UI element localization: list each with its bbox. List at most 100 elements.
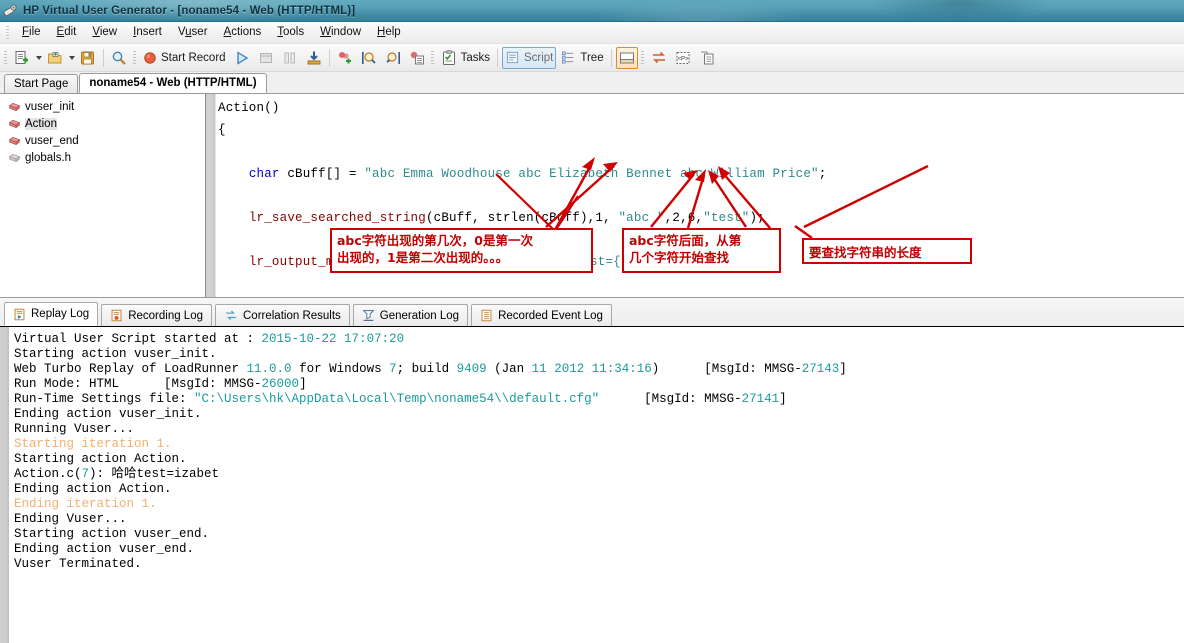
toolbar-separator-2 [328, 48, 330, 67]
tab-recording-log[interactable]: Recording Log [101, 304, 212, 326]
log-line-9: Action.c(7): 哈哈test=izabet [14, 467, 220, 481]
find-button[interactable] [108, 47, 130, 69]
start-record-button[interactable]: Start Record [140, 47, 229, 69]
menu-grip[interactable] [2, 24, 14, 42]
download-button[interactable] [303, 47, 325, 69]
menu-file[interactable]: File [14, 24, 49, 41]
tasks-button[interactable]: Tasks [438, 47, 493, 69]
tab-recorded-event-log[interactable]: Recorded Event Log [471, 304, 612, 326]
correlation-button[interactable] [334, 47, 356, 69]
log-line-0: Virtual User Script started at : 2015-10… [14, 332, 405, 346]
tab-start-page[interactable]: Start Page [4, 74, 79, 93]
new-script-icon [15, 50, 28, 64]
generation-log-icon [362, 310, 375, 321]
run-button[interactable] [231, 47, 253, 69]
tab-correlation-results[interactable]: Correlation Results [215, 304, 350, 326]
tree-item-label: globals.h [25, 151, 72, 164]
scan-prev-button[interactable] [358, 47, 380, 69]
log-line-6: Running Vuser... [14, 422, 135, 436]
scan-next-icon [386, 51, 400, 64]
log-line-1: Starting action vuser_init. [14, 347, 217, 361]
copy-button[interactable] [696, 47, 718, 69]
correlation-icon [226, 310, 236, 320]
editor-gutter [206, 94, 216, 297]
snapshot-icon [410, 51, 424, 64]
parameter-button[interactable]: <P> [672, 47, 694, 69]
vugen-icon [3, 4, 17, 16]
tree-item-vuser-init[interactable]: vuser_init [4, 98, 205, 115]
save-button[interactable] [77, 47, 99, 69]
toolbar-grip-2[interactable] [131, 48, 139, 68]
tree-item-action[interactable]: Action [4, 115, 205, 132]
log-left-margin [0, 327, 9, 643]
pause-button[interactable] [255, 47, 277, 69]
code-line-3: char cBuff[] = "abc Emma Woodhouse abc E… [248, 167, 827, 181]
tasks-icon [442, 49, 455, 65]
log-line-5: Ending action vuser_init. [14, 407, 202, 421]
output-window-button[interactable] [615, 46, 638, 69]
menu-window[interactable]: Window [312, 24, 369, 41]
script-tree-panel: vuser_init Action vuser_end globals.h [0, 94, 206, 297]
log-tab-label: Replay Log [31, 308, 90, 320]
svg-text:<P>: <P> [677, 56, 689, 62]
code-line-0: Action() [218, 101, 280, 115]
menu-view[interactable]: View [84, 24, 125, 41]
tree-view-label: Tree [580, 51, 604, 64]
stop-button[interactable] [279, 47, 301, 69]
menu-tools[interactable]: Tools [269, 24, 312, 41]
tree-view-button[interactable]: Tree [558, 47, 606, 69]
tree-item-globals-h[interactable]: globals.h [4, 149, 205, 166]
new-script-dropdown[interactable] [34, 48, 43, 68]
start-record-label: Start Record [161, 51, 226, 64]
tree-item-label: vuser_end [25, 134, 79, 147]
log-line-7: Starting iteration 1. [14, 437, 172, 451]
annotation-offset: abc字符后面，从第 几个字符开始查找 [622, 228, 781, 273]
log-tab-label: Generation Log [379, 309, 460, 322]
log-line-12: Ending Vuser... [14, 512, 127, 526]
recorded-event-icon [481, 309, 492, 322]
new-script-button[interactable] [11, 47, 33, 69]
menu-help[interactable]: Help [369, 24, 409, 41]
toolbar-grip-4[interactable] [639, 48, 647, 68]
menu-edit[interactable]: Edit [49, 24, 85, 41]
log-line-15: Vuser Terminated. [14, 557, 142, 571]
toolbar-grip-3[interactable] [429, 48, 437, 68]
replay-log-output[interactable]: Virtual User Script started at : 2015-10… [0, 326, 1184, 643]
open-script-dropdown[interactable] [67, 48, 76, 68]
menu-vuser[interactable]: Vuser [170, 24, 216, 41]
copy-icon [700, 51, 714, 64]
log-tab-label: Recorded Event Log [498, 309, 603, 322]
menu-insert[interactable]: Insert [125, 24, 170, 41]
log-line-10: Ending action Action. [14, 482, 172, 496]
scan-next-button[interactable] [382, 47, 404, 69]
tree-view-icon [562, 51, 574, 64]
tab-replay-log[interactable]: Replay Log [4, 302, 99, 326]
annotation-length: 要查找字符串的长度 [802, 238, 972, 264]
find-icon [112, 51, 126, 65]
script-view-button[interactable]: Script [501, 46, 557, 69]
tree-item-vuser-end[interactable]: vuser_end [4, 132, 205, 149]
title-bar: HP Virtual User Generator - [noname54 - … [0, 0, 1184, 22]
document-tab-bar: Start Page noname54 - Web (HTTP/HTML) [0, 72, 1184, 94]
tree-item-label: vuser_init [25, 100, 75, 113]
log-text: Virtual User Script started at : 2015-10… [14, 332, 1180, 643]
toolbar-separator-1 [103, 48, 104, 67]
tab-noname54[interactable]: noname54 - Web (HTTP/HTML) [79, 73, 267, 93]
tab-generation-log[interactable]: Generation Log [352, 304, 469, 326]
compare-button[interactable] [648, 47, 670, 69]
recording-log-icon [111, 309, 122, 322]
log-line-3: Run Mode: HTML [MsgId: MMSG-26000] [14, 377, 307, 391]
compare-icon [652, 51, 665, 63]
action-icon [8, 102, 21, 112]
tasks-label: Tasks [460, 51, 490, 64]
save-icon [81, 51, 94, 64]
toolbar-grip-1[interactable] [2, 48, 10, 68]
replay-log-icon [14, 308, 25, 320]
menu-actions[interactable]: Actions [216, 24, 270, 41]
open-script-button[interactable] [44, 47, 66, 69]
snapshot-button[interactable] [406, 47, 428, 69]
log-line-8: Starting action Action. [14, 452, 187, 466]
window-title: HP Virtual User Generator - [noname54 - … [23, 4, 356, 17]
